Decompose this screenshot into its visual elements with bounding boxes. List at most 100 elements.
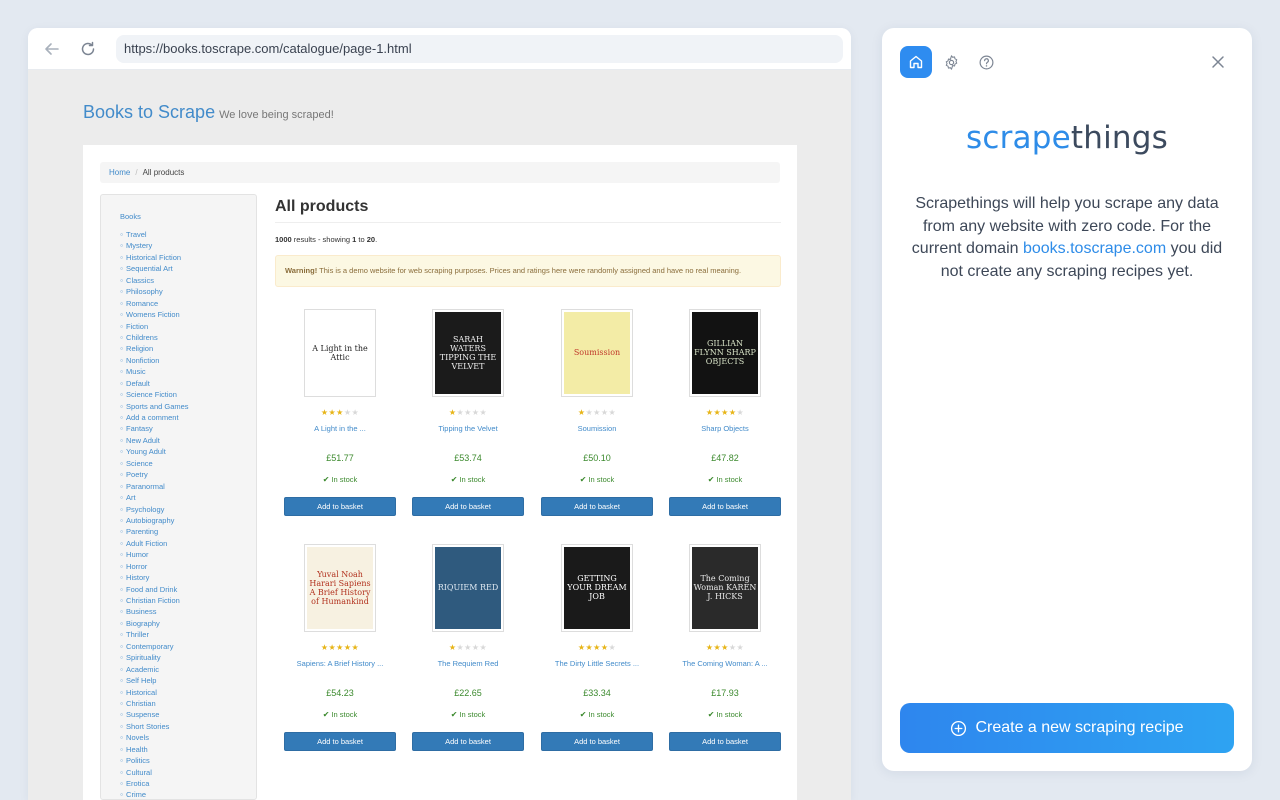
- sidebar-category-link[interactable]: Sports and Games: [120, 401, 256, 412]
- sidebar-category-link[interactable]: Adult Fiction: [120, 538, 256, 549]
- sidebar-category-link[interactable]: Poetry: [120, 469, 256, 480]
- sidebar-category-link[interactable]: Autobiography: [120, 515, 256, 526]
- sidebar-category-link[interactable]: Add a comment: [120, 412, 256, 423]
- sidebar-category-link[interactable]: Spirituality: [120, 652, 256, 663]
- check-icon: ✔: [579, 709, 587, 719]
- settings-tab[interactable]: [935, 46, 967, 78]
- add-to-basket-button[interactable]: Add to basket: [669, 496, 781, 516]
- sidebar-category-link[interactable]: Psychology: [120, 504, 256, 515]
- book-title-link[interactable]: A Light in the ...: [284, 424, 396, 436]
- sidebar-category-link[interactable]: Health: [120, 744, 256, 755]
- sidebar-category-link[interactable]: Erotica: [120, 778, 256, 789]
- book-title-link[interactable]: Sharp Objects: [669, 424, 781, 436]
- add-to-basket-button[interactable]: Add to basket: [284, 496, 396, 516]
- create-recipe-label: Create a new scraping recipe: [975, 719, 1184, 736]
- sidebar-category-link[interactable]: Travel: [120, 229, 256, 240]
- sidebar-books-link[interactable]: Books: [120, 212, 256, 221]
- help-tab[interactable]: [970, 46, 1002, 78]
- add-to-basket-button[interactable]: Add to basket: [669, 731, 781, 751]
- add-to-basket-button[interactable]: Add to basket: [412, 496, 524, 516]
- sidebar-category-link[interactable]: Horror: [120, 561, 256, 572]
- url-bar[interactable]: https://books.toscrape.com/catalogue/pag…: [116, 34, 843, 63]
- sidebar-category-link[interactable]: Business: [120, 606, 256, 617]
- sidebar-category-link[interactable]: Christian: [120, 698, 256, 709]
- sidebar-category-link[interactable]: History: [120, 572, 256, 583]
- sidebar-category-link[interactable]: Short Stories: [120, 721, 256, 732]
- sidebar-category-link[interactable]: Science Fiction: [120, 389, 256, 400]
- back-button[interactable]: [40, 37, 64, 61]
- book-cover[interactable]: Soumission: [561, 308, 633, 397]
- reload-button[interactable]: [76, 37, 100, 61]
- book-cover[interactable]: GETTING YOUR DREAM JOB: [561, 543, 633, 632]
- sidebar-category-link[interactable]: Biography: [120, 618, 256, 629]
- sidebar-category-link[interactable]: Suspense: [120, 709, 256, 720]
- sidebar-category-link[interactable]: Historical Fiction: [120, 252, 256, 263]
- sidebar-category-link[interactable]: Romance: [120, 298, 256, 309]
- sidebar-category-link[interactable]: Default: [120, 378, 256, 389]
- sidebar-category-link[interactable]: Nonfiction: [120, 355, 256, 366]
- sidebar-category-link[interactable]: Music: [120, 366, 256, 377]
- sidebar-category-link[interactable]: Christian Fiction: [120, 595, 256, 606]
- breadcrumb-home-link[interactable]: Home: [109, 168, 130, 177]
- check-icon: ✔: [450, 474, 458, 484]
- book-title-link[interactable]: The Requiem Red: [412, 659, 524, 671]
- book-cover[interactable]: Yuval Noah Harari Sapiens A Brief Histor…: [304, 543, 376, 632]
- sidebar-category-link[interactable]: Food and Drink: [120, 584, 256, 595]
- sidebar-category-link[interactable]: Parenting: [120, 526, 256, 537]
- panel-toolbar: [900, 46, 1234, 78]
- check-icon: ✔: [450, 709, 458, 719]
- add-to-basket-button[interactable]: Add to basket: [541, 731, 653, 751]
- sidebar-category-link[interactable]: Contemporary: [120, 641, 256, 652]
- sidebar-category-link[interactable]: Sequential Art: [120, 263, 256, 274]
- product-card: SARAH WATERS TIPPING THE VELVET ★★★★★ Tipp…: [412, 308, 524, 516]
- add-to-basket-button[interactable]: Add to basket: [284, 731, 396, 751]
- sidebar-category-link[interactable]: Art: [120, 492, 256, 503]
- sidebar-category-link[interactable]: Womens Fiction: [120, 309, 256, 320]
- sidebar-category-link[interactable]: Academic: [120, 664, 256, 675]
- book-title-link[interactable]: The Coming Woman: A ...: [669, 659, 781, 671]
- sidebar-category-link[interactable]: Religion: [120, 343, 256, 354]
- sidebar-category-link[interactable]: Cultural: [120, 767, 256, 778]
- book-cover[interactable]: RIQUIEM RED: [432, 543, 504, 632]
- close-button[interactable]: [1202, 46, 1234, 78]
- book-cover[interactable]: The Coming Woman KAREN J. HICKS: [689, 543, 761, 632]
- check-icon: ✔: [707, 709, 715, 719]
- results-text-2: to: [356, 235, 367, 244]
- sidebar-category-link[interactable]: Fantasy: [120, 423, 256, 434]
- sidebar-category-link[interactable]: Childrens: [120, 332, 256, 343]
- sidebar-category-link[interactable]: Fiction: [120, 321, 256, 332]
- book-cover[interactable]: A Light in the Attic: [304, 308, 376, 397]
- book-title-link[interactable]: Tipping the Velvet: [412, 424, 524, 436]
- star-rating: ★★★★★: [669, 408, 781, 418]
- sidebar-category-link[interactable]: Young Adult: [120, 446, 256, 457]
- add-to-basket-button[interactable]: Add to basket: [412, 731, 524, 751]
- sidebar-category-link[interactable]: Politics: [120, 755, 256, 766]
- create-recipe-button[interactable]: Create a new scraping recipe: [900, 703, 1234, 753]
- sidebar-category-link[interactable]: New Adult: [120, 435, 256, 446]
- sidebar-category-link[interactable]: Classics: [120, 275, 256, 286]
- sidebar-category-link[interactable]: Humor: [120, 549, 256, 560]
- book-cover-text: GETTING YOUR DREAM JOB: [567, 574, 627, 601]
- book-title-link[interactable]: Soumission: [541, 424, 653, 436]
- book-title-link[interactable]: The Dirty Little Secrets ...: [541, 659, 653, 671]
- book-price: £51.77: [326, 452, 354, 463]
- sidebar-category-link[interactable]: Self Help: [120, 675, 256, 686]
- book-cover[interactable]: GILLIAN FLYNN SHARP OBJECTS: [689, 308, 761, 397]
- site-brand-link[interactable]: Books to Scrape: [83, 102, 215, 123]
- sidebar-category-link[interactable]: Paranormal: [120, 481, 256, 492]
- add-to-basket-button[interactable]: Add to basket: [541, 496, 653, 516]
- sidebar-category-link[interactable]: Thriller: [120, 629, 256, 640]
- book-cover-text: Yuval Noah Harari Sapiens A Brief Histor…: [309, 569, 371, 606]
- sidebar-category-link[interactable]: Mystery: [120, 240, 256, 251]
- book-cover[interactable]: SARAH WATERS TIPPING THE VELVET: [432, 308, 504, 397]
- book-title-link[interactable]: Sapiens: A Brief History ...: [284, 659, 396, 671]
- home-tab[interactable]: [900, 46, 932, 78]
- main-content: All products 1000 results - showing 1 to…: [275, 194, 781, 751]
- stock-status: ✔ In stock: [669, 710, 781, 719]
- sidebar-category-link[interactable]: Crime: [120, 789, 256, 800]
- star-icon: ★: [728, 642, 737, 652]
- sidebar-category-link[interactable]: Novels: [120, 732, 256, 743]
- sidebar-category-link[interactable]: Philosophy: [120, 286, 256, 297]
- sidebar-category-link[interactable]: Science: [120, 458, 256, 469]
- sidebar-category-link[interactable]: Historical: [120, 687, 256, 698]
